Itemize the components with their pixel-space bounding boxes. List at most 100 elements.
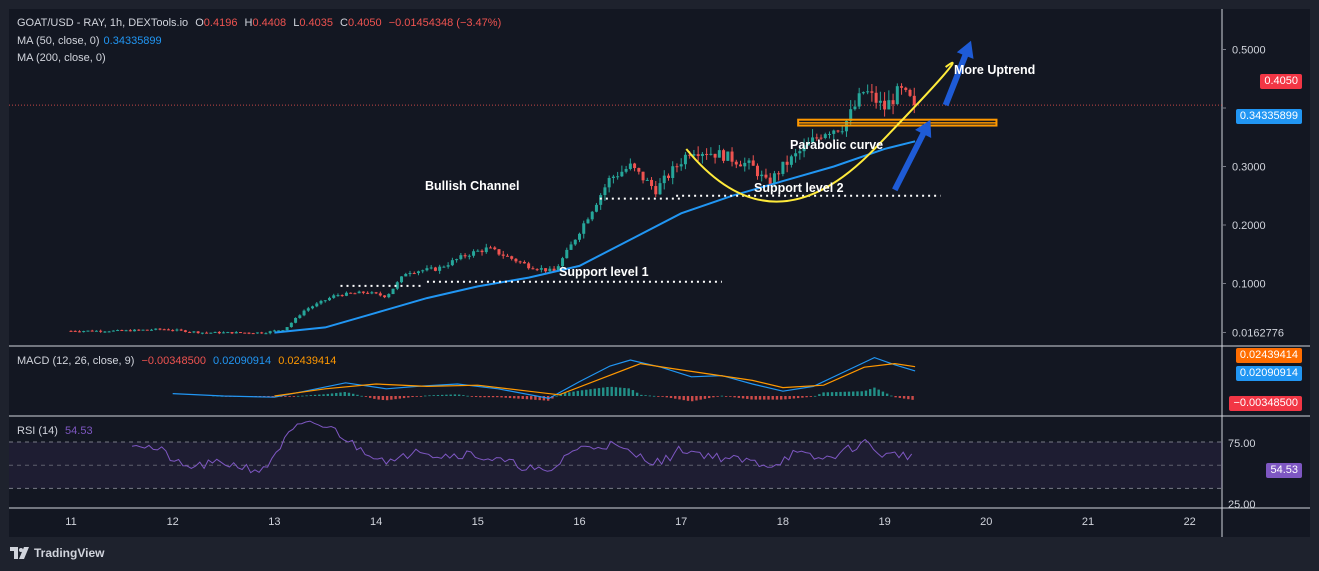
- macd-histogram-bar: [826, 392, 830, 396]
- time-tick-label: 22: [1184, 516, 1196, 528]
- time-tick-label: 14: [370, 516, 382, 528]
- annotation-parabolic-curve: Parabolic curve: [790, 138, 884, 152]
- candle-body: [616, 176, 620, 178]
- candle-body: [332, 295, 336, 298]
- tradingview-logo[interactable]: TradingView: [10, 543, 104, 563]
- candle-body: [260, 332, 264, 334]
- macd-histogram-bar: [623, 387, 626, 396]
- candle-body: [255, 332, 259, 334]
- macd-histogram-bar: [500, 396, 503, 398]
- candle-body: [340, 295, 344, 297]
- macd-histogram-bar: [377, 396, 380, 400]
- candle-body: [611, 176, 615, 178]
- candle-body: [531, 268, 535, 270]
- candle-body: [679, 164, 683, 167]
- chart-canvas[interactable]: 0.5000 0.3000 0.2000 0.1000 0.0162776 11 12 13 1…: [9, 9, 1310, 537]
- legend-low-value: 0.4035: [299, 17, 333, 29]
- candle-body: [272, 330, 276, 332]
- macd-histogram-bar: [890, 395, 893, 397]
- candle-body: [82, 331, 86, 333]
- candle-body: [505, 255, 509, 257]
- candle-body: [683, 154, 687, 165]
- candle-body: [590, 211, 594, 220]
- macd-histogram-bar: [381, 396, 385, 400]
- candle-body: [366, 292, 370, 294]
- candle-body: [213, 331, 217, 333]
- macd-histogram-bar: [648, 395, 652, 397]
- macd-histogram-bar: [517, 396, 520, 399]
- macd-histogram-bar: [568, 392, 571, 396]
- candle-body: [438, 266, 442, 271]
- macd-histogram-bar: [449, 394, 452, 396]
- macd-histogram-bar: [479, 396, 482, 398]
- price-tick-label: 0.1000: [1232, 279, 1266, 291]
- candle-body: [416, 271, 420, 274]
- macd-histogram-bar: [691, 396, 694, 402]
- macd-histogram-bar: [529, 396, 533, 400]
- macd-histogram-bar: [521, 396, 524, 399]
- macd-histogram-bar: [597, 388, 601, 396]
- candle-body: [912, 95, 916, 106]
- candle-body: [717, 150, 721, 158]
- tradingview-icon: [10, 547, 29, 559]
- candle-body: [433, 267, 437, 271]
- candle-body: [891, 100, 895, 105]
- ma50-label: MA (50, close, 0): [17, 35, 100, 47]
- candle-body: [895, 86, 899, 105]
- candle-body: [476, 250, 480, 252]
- macd-histogram-bar: [669, 396, 673, 398]
- candle-body: [840, 131, 844, 133]
- macd-histogram-bar: [898, 396, 902, 398]
- macd-histogram-bar: [407, 396, 410, 398]
- candle-body: [730, 151, 734, 162]
- candle-body: [497, 249, 501, 255]
- candle-body: [654, 186, 658, 195]
- candle-body: [327, 297, 331, 301]
- legend-high-value: 0.4408: [252, 17, 287, 29]
- time-tick-label: 15: [472, 516, 484, 528]
- candle-body: [518, 261, 522, 263]
- candle-body: [86, 330, 90, 332]
- candle-body: [484, 247, 488, 253]
- rsi-tick-25: 25.00: [1228, 499, 1256, 511]
- macd-histogram-bar: [322, 394, 325, 396]
- candle-body: [90, 330, 94, 332]
- candle-body: [658, 183, 662, 195]
- candle-body: [883, 100, 887, 110]
- macd-histogram-bar: [284, 396, 287, 397]
- annotation-support-level-2: Support level 2: [754, 181, 844, 195]
- candle-body: [111, 330, 115, 332]
- candle-body: [666, 175, 670, 178]
- candle-body: [662, 175, 666, 184]
- macd-histogram-bar: [707, 396, 711, 399]
- candle-body: [162, 329, 166, 331]
- macd-histogram-bar: [335, 392, 338, 396]
- candle-body: [641, 171, 645, 181]
- macd-histogram-bar: [758, 396, 762, 400]
- ma200-legend: MA (200, close, 0): [17, 52, 110, 64]
- macd-histogram-bar: [411, 396, 414, 398]
- macd-histogram-bar: [301, 395, 304, 397]
- candle-body: [607, 177, 611, 188]
- time-tick-label: 16: [573, 516, 585, 528]
- candle-body: [145, 329, 149, 331]
- macd-histogram-bar: [856, 391, 859, 396]
- macd-histogram-bar: [822, 392, 825, 396]
- macd-histogram-bar: [771, 396, 774, 400]
- legend-symbol: GOAT/USD - RAY, 1h, DEXTools.io: [17, 17, 189, 29]
- macd-histogram-bar: [686, 396, 690, 401]
- candle-body: [857, 93, 861, 107]
- macd-histogram-bar: [572, 391, 575, 396]
- candle-body: [832, 130, 836, 134]
- time-tick-label: 19: [878, 516, 890, 528]
- candle-body: [764, 174, 768, 178]
- macd-histogram-bar: [542, 396, 546, 401]
- candles-group: [69, 83, 916, 335]
- candle-body: [391, 288, 395, 295]
- candle-body: [904, 87, 908, 90]
- candle-body: [624, 168, 628, 172]
- candle-body: [374, 292, 378, 294]
- candle-body: [878, 100, 882, 103]
- candle-body: [870, 91, 874, 93]
- candle-body: [789, 156, 793, 165]
